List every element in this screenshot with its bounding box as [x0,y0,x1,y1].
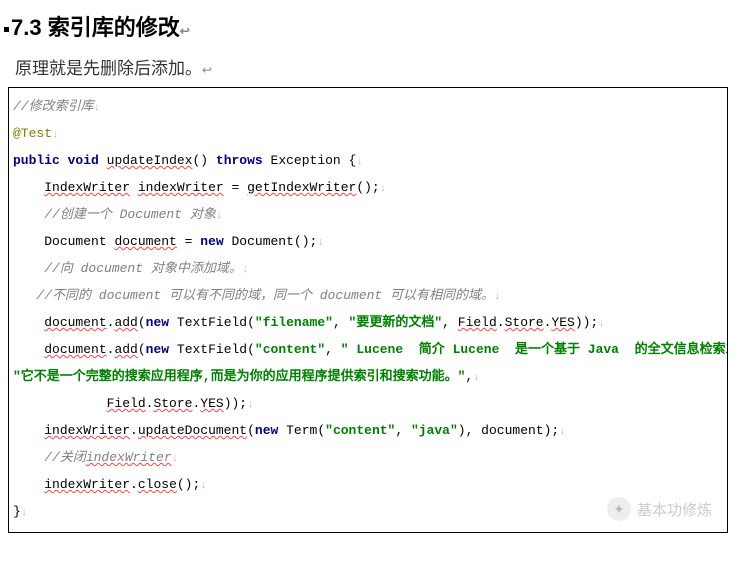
section-heading: 7.3 索引库的修改↩ [0,0,734,50]
heading-text: 7.3 索引库的修改 [11,15,180,40]
intro-text: 原理就是先删除后添加。↩ [0,50,734,83]
code-block: //修改索引库↓ @Test↓ public void updateIndex(… [8,87,728,533]
